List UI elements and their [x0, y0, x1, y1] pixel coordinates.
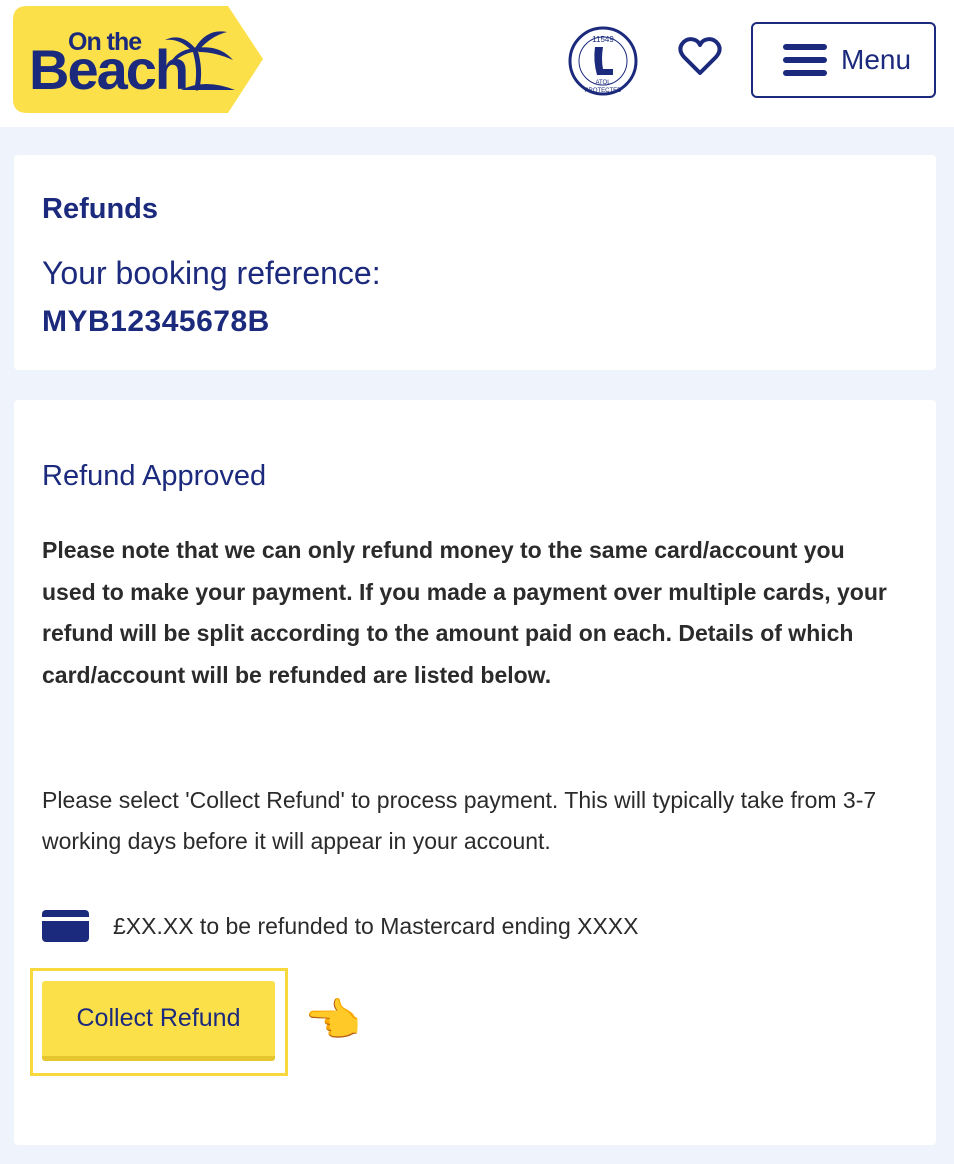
- palm-tree-icon: [165, 31, 235, 91]
- site-header: On the Beach 11549 ATOL PROTECTED Menu: [0, 0, 954, 127]
- refund-amount-text: £XX.XX to be refunded to Mastercard endi…: [113, 912, 639, 939]
- booking-reference-card: Refunds Your booking reference: MYB12345…: [14, 155, 936, 370]
- menu-button[interactable]: Menu: [751, 22, 936, 98]
- refund-status-heading: Refund Approved: [42, 460, 267, 492]
- collect-refund-button[interactable]: Collect Refund: [42, 981, 275, 1061]
- on-the-beach-logo[interactable]: On the Beach: [13, 6, 263, 113]
- favourites-button[interactable]: [678, 36, 722, 76]
- heart-icon: [678, 37, 722, 75]
- hamburger-icon: [783, 44, 827, 76]
- booking-reference-value: MYB12345678B: [42, 305, 270, 338]
- atol-label: ATOL: [595, 80, 611, 86]
- credit-card-icon: [42, 910, 89, 942]
- atol-protected-badge: 11549 ATOL PROTECTED: [567, 25, 639, 97]
- refund-notice: Please note that we can only refund mone…: [42, 537, 887, 688]
- atol-number: 11549: [592, 35, 614, 44]
- refund-instructions: Please select 'Collect Refund' to proces…: [42, 787, 877, 854]
- refund-details-card: Refund Approved Please note that we can …: [14, 400, 936, 1145]
- refund-amount-line: £XX.XX to be refunded to Mastercard endi…: [42, 910, 639, 942]
- page-title: Refunds: [42, 193, 158, 225]
- pointing-hand-icon: 👈: [304, 994, 362, 1046]
- booking-reference-label: Your booking reference:: [42, 255, 381, 291]
- menu-button-label: Menu: [841, 44, 912, 75]
- atol-protected-label: PROTECTED: [584, 88, 622, 94]
